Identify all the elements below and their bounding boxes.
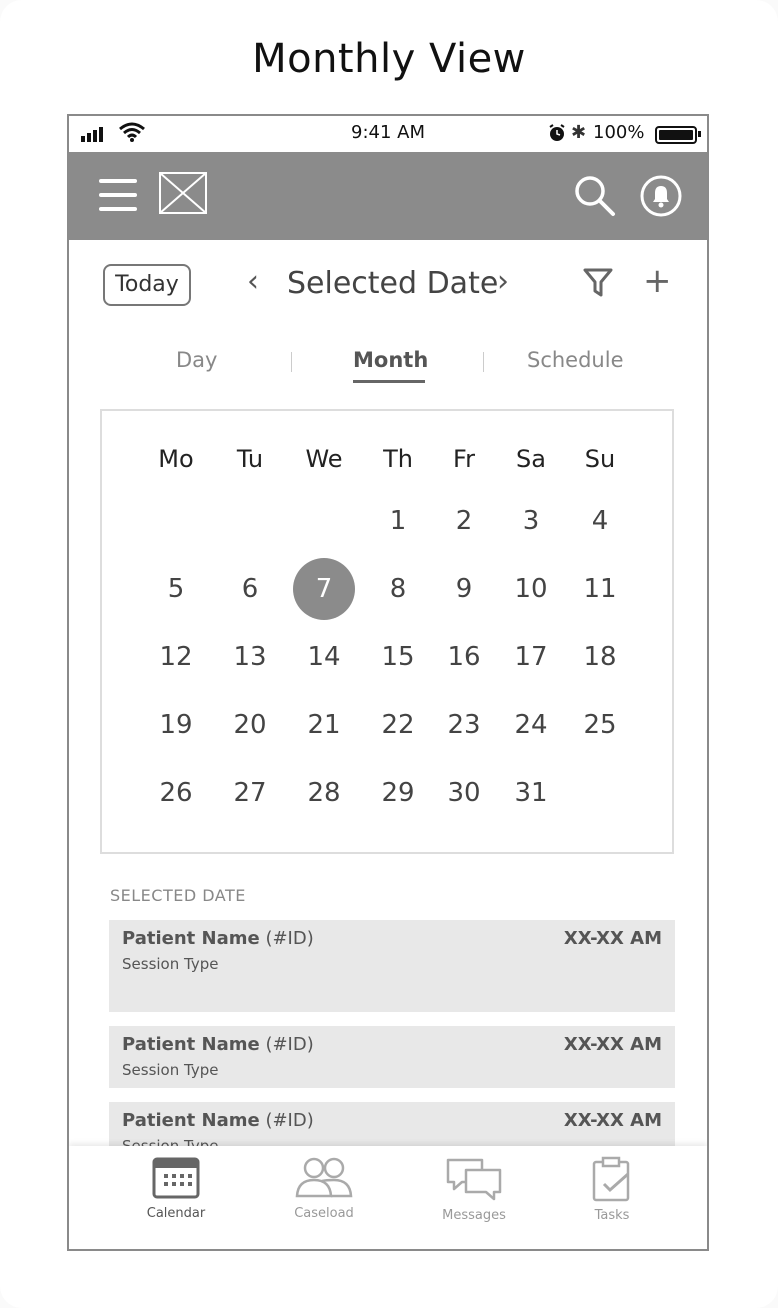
appointment-time: XX-XX AM xyxy=(563,928,662,949)
page-title: Monthly View xyxy=(252,36,526,82)
nav-calendar[interactable]: Calendar xyxy=(121,1156,231,1221)
app-bar xyxy=(69,152,707,240)
calendar-day[interactable]: 16 xyxy=(434,642,494,672)
nav-messages-label: Messages xyxy=(442,1208,506,1223)
status-bar: 9:41 AM ✱ 100% xyxy=(69,116,707,152)
weekday-header: We xyxy=(305,445,343,473)
tab-month[interactable]: Month xyxy=(353,348,429,383)
calendar-day[interactable]: 10 xyxy=(501,574,561,604)
calendar-day[interactable]: 23 xyxy=(434,710,494,740)
nav-messages[interactable]: Messages xyxy=(419,1156,529,1223)
calendar-day[interactable]: 18 xyxy=(570,642,630,672)
calendar-day[interactable]: 21 xyxy=(294,710,354,740)
selected-date-title: Selected Date xyxy=(287,266,499,301)
calendar-day[interactable]: 3 xyxy=(501,506,561,536)
patient-name: Patient Name xyxy=(122,1110,260,1131)
nav-caseload[interactable]: Caseload xyxy=(269,1156,379,1221)
list-section-label: SELECTED DATE xyxy=(110,886,246,905)
calendar-day[interactable]: 1 xyxy=(368,506,428,536)
nav-tasks[interactable]: Tasks xyxy=(557,1156,667,1223)
page-card: Monthly View 9:41 AM ✱ 100% Today ‹ Sele… xyxy=(0,0,778,1308)
weekday-header: Mo xyxy=(158,445,194,473)
calendar-day[interactable]: 30 xyxy=(434,778,494,808)
calendar-day[interactable]: 9 xyxy=(434,574,494,604)
calendar-day[interactable]: 8 xyxy=(368,574,428,604)
calendar-day[interactable]: 12 xyxy=(146,642,206,672)
calendar-day[interactable]: 29 xyxy=(368,778,428,808)
calendar-day[interactable]: 31 xyxy=(501,778,561,808)
battery-percent: 100% xyxy=(593,122,645,143)
patient-id: (#ID) xyxy=(265,1110,314,1131)
next-date-button[interactable]: › xyxy=(497,264,509,299)
weekday-header: Su xyxy=(584,445,616,473)
bottom-nav: Calendar Caseload Messages Tasks xyxy=(69,1146,707,1249)
tab-day[interactable]: Day xyxy=(176,348,217,372)
calendar-icon xyxy=(152,1157,200,1199)
tab-divider xyxy=(291,352,292,372)
filter-icon[interactable] xyxy=(583,268,613,298)
patient-id: (#ID) xyxy=(265,1034,314,1055)
calendar-day[interactable]: 13 xyxy=(220,642,280,672)
people-icon xyxy=(295,1157,353,1198)
calendar-day[interactable]: 15 xyxy=(368,642,428,672)
clipboard-check-icon xyxy=(592,1156,630,1202)
menu-icon[interactable] xyxy=(99,179,137,211)
weekday-header: Sa xyxy=(516,445,546,473)
month-calendar: Mo Tu We Th Fr Sa Su 1 2 3 4 5 6 7 8 9 10 11 12 13 14 15 16 17 1… xyxy=(100,409,674,854)
appointment-time: XX-XX AM xyxy=(563,1110,662,1131)
nav-tasks-label: Tasks xyxy=(594,1208,630,1223)
tab-month-label: Month xyxy=(353,348,429,372)
calendar-day[interactable]: 5 xyxy=(146,574,206,604)
appointment-row[interactable]: Patient Name (#ID) Session Type XX-XX AM xyxy=(109,920,675,1012)
calendar-day-selected[interactable]: 7 xyxy=(293,558,355,620)
calendar-day[interactable]: 14 xyxy=(294,642,354,672)
today-button[interactable]: Today xyxy=(103,264,191,306)
calendar-day[interactable]: 17 xyxy=(501,642,561,672)
nav-caseload-label: Caseload xyxy=(294,1206,354,1221)
search-icon[interactable] xyxy=(573,174,617,218)
weekday-header: Th xyxy=(383,445,413,473)
chat-icon xyxy=(446,1158,502,1201)
calendar-day[interactable]: 26 xyxy=(146,778,206,808)
notification-bell-icon[interactable] xyxy=(639,174,683,218)
tab-divider xyxy=(483,352,484,372)
alarm-icon xyxy=(549,124,565,141)
phone-frame: 9:41 AM ✱ 100% Today ‹ Selected Date › +… xyxy=(67,114,709,1251)
calendar-day[interactable]: 11 xyxy=(570,574,630,604)
calendar-day[interactable]: 6 xyxy=(220,574,280,604)
session-type: Session Type xyxy=(122,1061,219,1079)
add-button[interactable]: + xyxy=(643,264,672,298)
patient-id: (#ID) xyxy=(265,928,314,949)
calendar-day[interactable]: 22 xyxy=(368,710,428,740)
patient-name: Patient Name xyxy=(122,928,260,949)
weekday-header: Fr xyxy=(453,445,475,473)
weekday-header: Tu xyxy=(236,445,264,473)
bluetooth-icon: ✱ xyxy=(571,122,587,143)
logo-placeholder-icon xyxy=(159,172,207,214)
prev-date-button[interactable]: ‹ xyxy=(247,264,259,299)
calendar-day[interactable]: 25 xyxy=(570,710,630,740)
patient-name: Patient Name xyxy=(122,1034,260,1055)
calendar-day[interactable]: 28 xyxy=(294,778,354,808)
active-tab-indicator xyxy=(353,380,425,383)
calendar-day[interactable]: 19 xyxy=(146,710,206,740)
appointment-row[interactable]: Patient Name (#ID) Session Type XX-XX AM xyxy=(109,1026,675,1088)
calendar-day[interactable]: 2 xyxy=(434,506,494,536)
calendar-day[interactable]: 24 xyxy=(501,710,561,740)
calendar-day[interactable]: 27 xyxy=(220,778,280,808)
tab-schedule[interactable]: Schedule xyxy=(527,348,624,372)
nav-calendar-label: Calendar xyxy=(146,1206,206,1221)
calendar-day[interactable]: 4 xyxy=(570,506,630,536)
appointment-time: XX-XX AM xyxy=(563,1034,662,1055)
battery-icon xyxy=(655,126,701,144)
session-type: Session Type xyxy=(122,955,219,973)
calendar-day[interactable]: 20 xyxy=(220,710,280,740)
